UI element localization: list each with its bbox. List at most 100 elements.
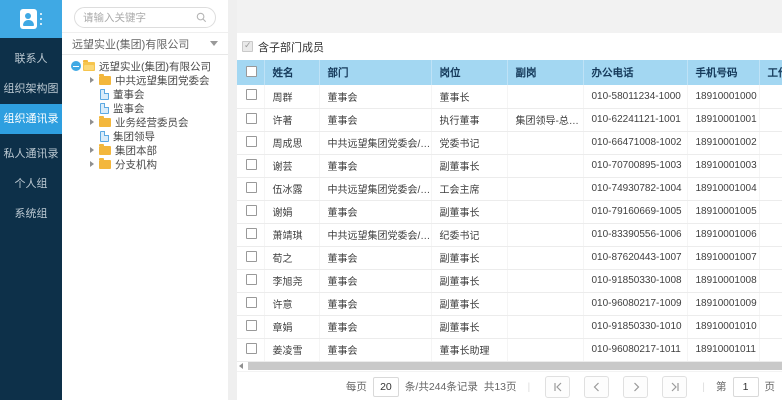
per-page-input[interactable]: 20	[373, 377, 399, 397]
cell-deputy-position	[507, 85, 583, 108]
table-row[interactable]: 谢娟 董事会 副董事长 010-79160669-1005 1891000100…	[237, 200, 782, 223]
last-page-button[interactable]	[662, 376, 687, 398]
table-row[interactable]: 伍冰露 中共远望集团党委会/工会... 工会主席 010-74930782-10…	[237, 177, 782, 200]
expand-arrow-icon[interactable]	[90, 77, 94, 83]
table-row[interactable]: 萧靖琪 中共远望集团党委会/纪委 纪委书记 010-83390556-1006 …	[237, 223, 782, 246]
row-checkbox[interactable]	[246, 228, 257, 239]
page-number-input[interactable]: 1	[733, 377, 759, 397]
file-icon	[100, 89, 109, 100]
cell-department: 董事会	[319, 200, 431, 223]
row-checkbox[interactable]	[246, 136, 257, 147]
cell-department: 董事会	[319, 269, 431, 292]
search-placeholder: 请输入关键字	[83, 10, 196, 25]
file-icon	[100, 103, 109, 114]
cell-workplace	[759, 292, 782, 315]
last-page-icon	[670, 382, 680, 392]
cell-deputy-position	[507, 269, 583, 292]
horizontal-scrollbar[interactable]	[237, 362, 782, 371]
table-row[interactable]: 荀之 董事会 副董事长 010-87620443-1007 1891000100…	[237, 246, 782, 269]
col-header-name[interactable]: 姓名	[264, 60, 319, 85]
chevron-left-icon	[592, 382, 602, 392]
include-sub-depts-checkbox[interactable]	[242, 41, 253, 52]
row-checkbox[interactable]	[246, 320, 257, 331]
table-row[interactable]: 许著 董事会 执行董事 集团领导-总经理 010-62241121-1001 1…	[237, 108, 782, 131]
cell-mobile: 18910001004	[687, 177, 759, 200]
row-checkbox[interactable]	[246, 182, 257, 193]
row-checkbox[interactable]	[246, 343, 257, 354]
row-checkbox[interactable]	[246, 159, 257, 170]
tree-node[interactable]: 中共远望集团党委会	[70, 73, 228, 87]
scrollbar-thumb[interactable]	[248, 362, 782, 370]
table-row[interactable]: 谢芸 董事会 副董事长 010-70700895-1003 1891000100…	[237, 154, 782, 177]
col-header-position[interactable]: 岗位	[431, 60, 507, 85]
table-row[interactable]: 章娟 董事会 副董事长 010-91850330-1010 1891000101…	[237, 315, 782, 338]
row-checkbox[interactable]	[246, 205, 257, 216]
page-label-suffix: 页	[765, 379, 776, 394]
cell-department: 董事会	[319, 108, 431, 131]
cell-office-phone: 010-96080217-1011	[583, 338, 687, 361]
col-header-office-phone[interactable]: 办公电话	[583, 60, 687, 85]
col-header-workplace[interactable]: 工作地	[759, 60, 782, 85]
next-page-button[interactable]	[623, 376, 648, 398]
sidebar-item-org-directory[interactable]: 组织通讯录	[0, 104, 62, 134]
select-all-checkbox[interactable]	[246, 66, 257, 77]
cell-name: 谢芸	[264, 154, 319, 177]
sidebar-item-personal-groups[interactable]: 个人组	[0, 169, 62, 199]
expand-arrow-icon[interactable]	[90, 161, 94, 167]
tree-node[interactable]: 业务经营委员会	[70, 115, 228, 129]
members-table: 姓名 部门 岗位 副岗 办公电话 手机号码 工作地 周群 董事会 董事长 010…	[237, 60, 782, 362]
tree-node-root[interactable]: 远望实业(集团)有限公司	[70, 59, 228, 73]
row-checkbox[interactable]	[246, 89, 257, 100]
per-page-label: 每页	[346, 379, 367, 394]
cell-mobile: 18910001005	[687, 200, 759, 223]
cell-mobile: 18910001010	[687, 315, 759, 338]
cell-workplace	[759, 108, 782, 131]
expand-arrow-icon[interactable]	[90, 119, 94, 125]
table-row[interactable]: 周群 董事会 董事长 010-58011234-1000 18910001000	[237, 85, 782, 108]
app-logo[interactable]	[0, 0, 62, 38]
tree-node[interactable]: 监事会	[70, 101, 228, 115]
company-select[interactable]: 远望实业(集团)有限公司	[62, 33, 228, 55]
sidebar-item-org-chart[interactable]: 组织架构图	[0, 74, 62, 104]
table-row[interactable]: 姜凌雪 董事会 董事长助理 010-96080217-1011 18910001…	[237, 338, 782, 361]
scroll-left-icon[interactable]	[239, 363, 243, 369]
row-checkbox[interactable]	[246, 113, 257, 124]
sidebar-item-system-groups[interactable]: 系统组	[0, 199, 62, 229]
tree-node[interactable]: 集团本部	[70, 143, 228, 157]
search-input[interactable]: 请输入关键字	[74, 7, 216, 28]
sidebar-item-contacts[interactable]: 联系人	[0, 44, 62, 74]
cell-name: 姜凌雪	[264, 338, 319, 361]
cell-position: 副董事长	[431, 246, 507, 269]
cell-position: 副董事长	[431, 315, 507, 338]
cell-office-phone: 010-62241121-1001	[583, 108, 687, 131]
cell-name: 李旭尧	[264, 269, 319, 292]
table-row[interactable]: 周成思 中共远望集团党委会/党委... 党委书记 010-66471008-10…	[237, 131, 782, 154]
tree-node[interactable]: 董事会	[70, 87, 228, 101]
row-checkbox[interactable]	[246, 297, 257, 308]
tree-node[interactable]: 分支机构	[70, 157, 228, 171]
prev-page-button[interactable]	[584, 376, 609, 398]
first-page-icon	[553, 382, 563, 392]
app-window: 联系人 组织架构图 组织通讯录 私人通讯录 个人组 系统组 请输入关键字 远望实…	[0, 0, 782, 400]
first-page-button[interactable]	[545, 376, 570, 398]
row-checkbox[interactable]	[246, 274, 257, 285]
total-pages-text: 共13页	[484, 379, 517, 394]
sidebar-item-private-directory[interactable]: 私人通讯录	[0, 139, 62, 169]
table-row[interactable]: 李旭尧 董事会 副董事长 010-91850330-1008 189100010…	[237, 269, 782, 292]
expand-arrow-icon[interactable]	[90, 147, 94, 153]
pagination-bar: 每页 20 条/共244条记录 共13页 | | 第 1 页	[237, 371, 782, 400]
col-header-department[interactable]: 部门	[319, 60, 431, 85]
directory-main: 含子部门成员 姓名 部门 岗位 副岗 办公电话 手机号码 工作地 周群 董事	[237, 0, 782, 400]
row-checkbox[interactable]	[246, 251, 257, 262]
col-header-deputy-position[interactable]: 副岗	[507, 60, 583, 85]
col-header-mobile[interactable]: 手机号码	[687, 60, 759, 85]
cell-deputy-position	[507, 246, 583, 269]
tree-node[interactable]: 集团领导	[70, 129, 228, 143]
table-row[interactable]: 许意 董事会 副董事长 010-96080217-1009 1891000100…	[237, 292, 782, 315]
cell-mobile: 18910001002	[687, 131, 759, 154]
toolbar-band	[237, 0, 782, 33]
folder-icon	[99, 160, 111, 169]
collapse-icon[interactable]	[71, 61, 81, 71]
cell-office-phone: 010-87620443-1007	[583, 246, 687, 269]
cell-position: 工会主席	[431, 177, 507, 200]
